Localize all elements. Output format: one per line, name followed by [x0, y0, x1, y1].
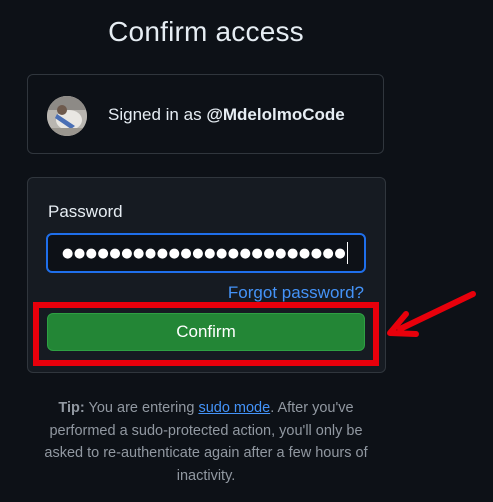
username: @MdelolmoCode: [206, 105, 345, 124]
tip-text: Tip: You are entering sudo mode. After y…: [40, 397, 372, 487]
avatar: [47, 96, 87, 136]
avatar-image: [47, 96, 87, 136]
forgot-password-link[interactable]: Forgot password?: [228, 283, 364, 303]
confirm-button[interactable]: Confirm: [47, 313, 365, 351]
text-caret: [347, 242, 349, 264]
annotation-arrow-icon: [387, 291, 476, 337]
tip-label: Tip:: [58, 400, 85, 416]
password-form: Password ●●●●●●●●●●●●●●●●●●●●●●●● Forgot…: [27, 177, 386, 373]
password-input[interactable]: ●●●●●●●●●●●●●●●●●●●●●●●●: [46, 233, 366, 273]
password-label: Password: [48, 202, 123, 221]
signed-in-box: Signed in as @MdelolmoCode: [27, 74, 384, 154]
signed-in-prefix: Signed in as: [108, 105, 202, 124]
page-title: Confirm access: [108, 16, 304, 47]
sudo-mode-link[interactable]: sudo mode: [198, 400, 270, 416]
tip-text-before-link: You are entering: [88, 400, 195, 416]
signed-in-text: Signed in as @MdelolmoCode: [108, 105, 345, 125]
password-value: ●●●●●●●●●●●●●●●●●●●●●●●●: [62, 245, 347, 261]
